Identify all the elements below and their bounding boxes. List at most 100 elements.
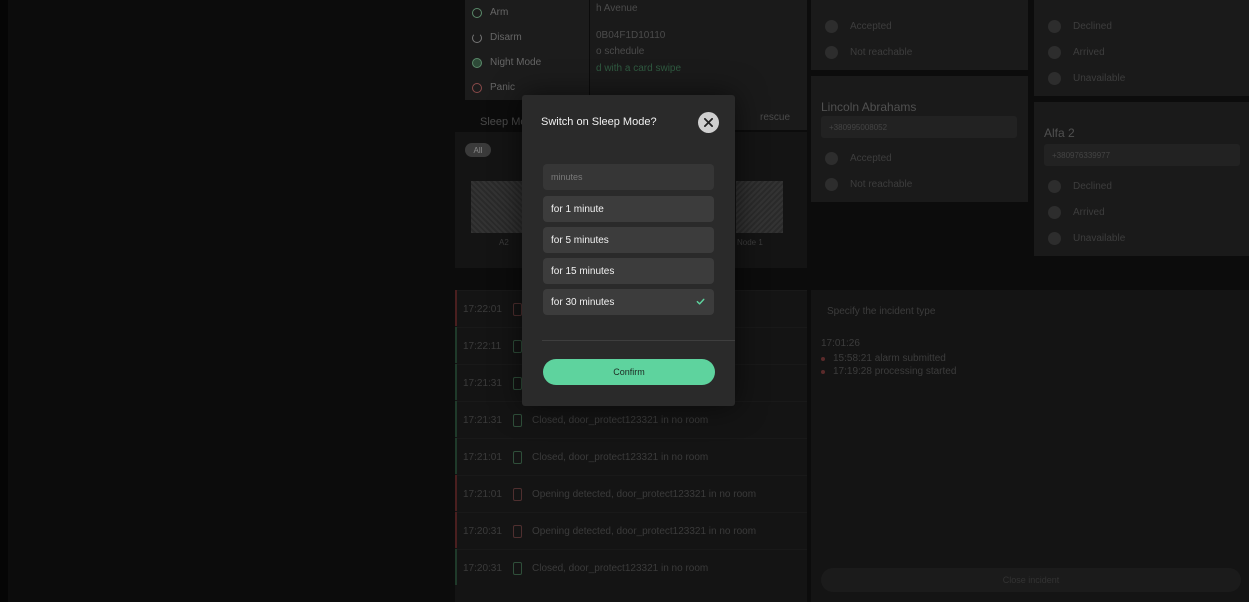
status-option-arrived[interactable]: Arrived bbox=[1048, 206, 1105, 219]
menu-item-label: Disarm bbox=[490, 32, 522, 43]
radio-icon bbox=[1048, 232, 1061, 245]
status-option-declined[interactable]: Declined bbox=[1048, 20, 1112, 33]
event-text: Closed, door_protect123321 in no room bbox=[532, 451, 709, 463]
option-label: for 30 minutes bbox=[551, 296, 615, 308]
camera-thumbnail-right[interactable] bbox=[736, 181, 783, 233]
status-label: Not reachable bbox=[850, 47, 913, 58]
checkmark-icon bbox=[696, 298, 705, 305]
radio-icon bbox=[825, 152, 838, 165]
radio-icon bbox=[1048, 72, 1061, 85]
door-icon bbox=[513, 524, 522, 538]
option-label: for 5 minutes bbox=[551, 234, 609, 246]
door-icon bbox=[513, 561, 522, 575]
red-dot-icon bbox=[821, 369, 825, 374]
filter-all-chip[interactable]: All bbox=[465, 143, 491, 157]
arm-icon bbox=[472, 7, 482, 18]
status-label: Unavailable bbox=[1073, 233, 1126, 244]
left-edge-strip bbox=[0, 0, 8, 602]
event-row[interactable]: 17:20:31 Opening detected, door_protect12… bbox=[457, 512, 807, 549]
security-mode-menu: Arm Disarm Night Mode Panic bbox=[465, 0, 589, 100]
contact-phone-select[interactable]: +380995008052 bbox=[821, 116, 1017, 138]
menu-item-label: Arm bbox=[490, 7, 509, 18]
event-text: Closed, door_protect123321 in no room bbox=[532, 562, 709, 574]
door-icon bbox=[513, 302, 522, 316]
status-option-unavailable[interactable]: Unavailable bbox=[1048, 232, 1125, 245]
menu-item-label: Night Mode bbox=[490, 57, 542, 68]
status-option-accepted[interactable]: Accepted bbox=[825, 20, 892, 33]
dialog-title: Switch on Sleep Mode? bbox=[541, 116, 657, 128]
address-text: h Avenue bbox=[596, 3, 638, 14]
close-icon bbox=[704, 118, 713, 127]
menu-item-night-mode[interactable]: Night Mode bbox=[465, 50, 589, 75]
contact-panel-right: Alfa 2 +380976339977 Declined Arrived Un… bbox=[1034, 102, 1249, 256]
event-time: 17:20:31 bbox=[463, 562, 502, 574]
contact-status-panel-top: Accepted Not reachable bbox=[811, 0, 1028, 70]
divider bbox=[542, 340, 735, 341]
sleep-mode-dialog: Switch on Sleep Mode? minutes for 1 minu… bbox=[522, 95, 735, 406]
menu-item-label: Panic bbox=[490, 82, 516, 93]
status-option-not-reachable[interactable]: Not reachable bbox=[825, 178, 912, 191]
status-label: Declined bbox=[1073, 21, 1112, 32]
duration-option-1-minute[interactable]: for 1 minute bbox=[543, 196, 714, 222]
duration-option-15-minutes[interactable]: for 15 minutes bbox=[543, 258, 714, 284]
camera-label-right: Node 1 bbox=[737, 238, 763, 247]
status-option-not-reachable[interactable]: Not reachable bbox=[825, 46, 912, 59]
event-time: 17:21:01 bbox=[463, 451, 502, 463]
contact-panel: Lincoln Abrahams +380995008052 Accepted … bbox=[811, 76, 1028, 202]
event-text: Closed, door_protect123321 in no room bbox=[532, 414, 709, 426]
device-id-text: 0B04F1D10110 bbox=[596, 30, 666, 41]
menu-item-arm[interactable]: Arm bbox=[465, 0, 589, 25]
disarm-icon bbox=[472, 32, 482, 43]
close-incident-button[interactable]: Close incident bbox=[821, 568, 1241, 592]
event-row[interactable]: 17:21:31 Closed, door_protect123321 in no… bbox=[457, 401, 807, 438]
status-option-declined[interactable]: Declined bbox=[1048, 180, 1112, 193]
status-label: Accepted bbox=[850, 153, 892, 164]
status-option-arrived[interactable]: Arrived bbox=[1048, 46, 1105, 59]
status-option-accepted[interactable]: Accepted bbox=[825, 152, 892, 165]
status-label: Declined bbox=[1073, 181, 1112, 192]
radio-icon bbox=[1048, 20, 1061, 33]
status-label: Unavailable bbox=[1073, 73, 1126, 84]
incident-type-dropdown[interactable]: Specify the incident type bbox=[827, 306, 935, 317]
confirm-button[interactable]: Confirm bbox=[543, 359, 715, 385]
schedule-text: o schedule bbox=[596, 46, 645, 57]
event-text: Opening detected, door_protect123321 in … bbox=[532, 488, 757, 500]
status-label: Arrived bbox=[1073, 47, 1105, 58]
radio-icon bbox=[825, 20, 838, 33]
event-row[interactable]: 17:20:31 Closed, door_protect123321 in no… bbox=[457, 549, 807, 586]
radio-icon bbox=[1048, 206, 1061, 219]
contact-name: Alfa 2 bbox=[1044, 126, 1075, 140]
contact-name: Lincoln Abrahams bbox=[821, 100, 917, 114]
door-icon bbox=[513, 487, 522, 501]
camera-label-left: A2 bbox=[499, 238, 509, 247]
radio-icon bbox=[825, 178, 838, 191]
door-icon bbox=[513, 376, 522, 390]
event-row[interactable]: 17:21:01 Opening detected, door_protect12… bbox=[457, 475, 807, 512]
radio-icon bbox=[1048, 46, 1061, 59]
event-time: 17:22:01 bbox=[463, 303, 502, 315]
rescue-text: rescue bbox=[760, 112, 791, 123]
duration-option-30-minutes[interactable]: for 30 minutes bbox=[543, 289, 714, 315]
duration-select[interactable]: minutes bbox=[543, 164, 714, 190]
timeline-time: 17:01:26 bbox=[821, 338, 860, 349]
timeline-event: 17:19:28 processing started bbox=[821, 366, 956, 377]
status-label: Arrived bbox=[1073, 207, 1105, 218]
duration-option-5-minutes[interactable]: for 5 minutes bbox=[543, 227, 714, 253]
event-time: 17:21:01 bbox=[463, 488, 502, 500]
contact-phone-select[interactable]: +380976339977 bbox=[1044, 144, 1240, 166]
event-time: 17:22:11 bbox=[463, 340, 502, 352]
event-row[interactable]: 17:21:01 Closed, door_protect123321 in no… bbox=[457, 438, 807, 475]
status-label: Not reachable bbox=[850, 179, 913, 190]
radio-icon bbox=[825, 46, 838, 59]
red-dot-icon bbox=[821, 356, 825, 361]
status-option-unavailable[interactable]: Unavailable bbox=[1048, 72, 1125, 85]
close-button[interactable] bbox=[698, 112, 719, 133]
event-text: Opening detected, door_protect123321 in … bbox=[532, 525, 757, 537]
menu-item-disarm[interactable]: Disarm bbox=[465, 25, 589, 50]
night-mode-icon bbox=[472, 57, 482, 68]
option-label: for 15 minutes bbox=[551, 265, 615, 277]
sleep-mode-label: Sleep Mo bbox=[480, 116, 527, 128]
event-time: 17:21:31 bbox=[463, 377, 502, 389]
event-time: 17:20:31 bbox=[463, 525, 502, 537]
incident-panel: Specify the incident type 17:01:26 15:58… bbox=[811, 290, 1249, 602]
